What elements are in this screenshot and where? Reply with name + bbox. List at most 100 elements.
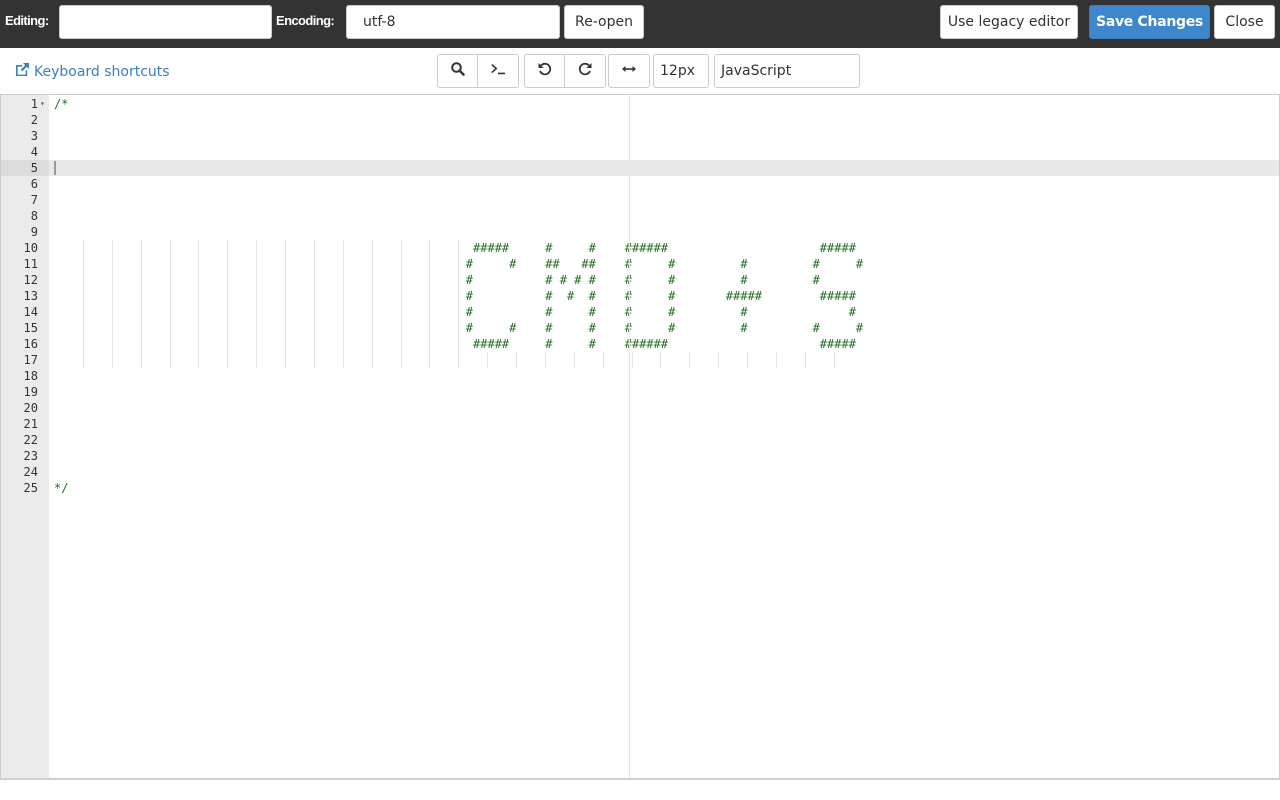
undo-button[interactable] <box>525 55 565 87</box>
line-number: 11 <box>23 257 38 271</box>
editing-label: Editing: <box>5 13 49 28</box>
indent-guide <box>516 352 518 368</box>
indent-guide <box>82 352 84 368</box>
indent-guide <box>227 352 229 368</box>
code-line[interactable]: 22 <box>1 432 1279 448</box>
line-number: 20 <box>23 401 38 415</box>
code-text: /* <box>54 97 69 111</box>
line-number: 7 <box>30 193 38 207</box>
command-palette-button[interactable] <box>478 55 518 87</box>
search-tools-group <box>437 54 519 88</box>
code-line[interactable]: 14 # # # # # # # <box>1 304 1279 320</box>
code-line[interactable]: 24 <box>1 464 1279 480</box>
line-number: 10 <box>23 241 38 255</box>
line-number: 13 <box>23 289 38 303</box>
search-button[interactable] <box>438 55 478 87</box>
code-line[interactable]: 3 <box>1 128 1279 144</box>
search-icon <box>450 61 466 81</box>
line-number: 16 <box>23 337 38 351</box>
code-line[interactable]: 11 # # ## ## # # # # # <box>1 256 1279 272</box>
indent-guide <box>544 352 546 368</box>
code-editor[interactable]: 1 ▾/* 2 3 4 5 6 7 8 9 10 ##### # # ###### ##### 11 … <box>0 94 1280 780</box>
line-number: 23 <box>23 449 38 463</box>
code-line[interactable]: 5 <box>1 160 1279 176</box>
code-line[interactable]: 25 */ <box>1 480 1279 496</box>
code-line[interactable]: 8 <box>1 208 1279 224</box>
code-line[interactable]: 9 <box>1 224 1279 240</box>
line-number: 17 <box>23 353 38 367</box>
code-text: ##### # # ###### ##### <box>54 337 856 351</box>
history-tools-group <box>524 54 606 88</box>
indent-guide <box>198 352 200 368</box>
indent-guide <box>689 352 691 368</box>
code-line[interactable]: 23 <box>1 448 1279 464</box>
code-line[interactable]: 13 # # # # # # ##### ##### <box>1 288 1279 304</box>
code-line[interactable]: 6 <box>1 176 1279 192</box>
save-changes-button[interactable]: Save Changes <box>1089 5 1210 39</box>
line-number: 19 <box>23 385 38 399</box>
code-line[interactable]: 19 <box>1 384 1279 400</box>
line-number: 12 <box>23 273 38 287</box>
line-number: 1 <box>30 97 38 111</box>
code-line[interactable]: 10 ##### # # ###### ##### <box>1 240 1279 256</box>
line-number: 14 <box>23 305 38 319</box>
editor-toolbar: Keyboard shortcuts 12px JavaScript <box>0 48 1280 95</box>
legacy-editor-button[interactable]: Use legacy editor <box>940 5 1078 39</box>
reopen-button[interactable]: Re-open <box>564 5 644 39</box>
code-line[interactable]: 21 <box>1 416 1279 432</box>
indent-guide <box>256 352 258 368</box>
wrap-icon <box>621 61 637 81</box>
indent-guide <box>429 352 431 368</box>
line-number: 25 <box>23 481 38 495</box>
line-number: 3 <box>30 129 38 143</box>
indent-guide <box>371 352 373 368</box>
code-line[interactable]: 17 <box>1 352 1279 368</box>
code-line[interactable]: 15 # # # # # # # # # <box>1 320 1279 336</box>
text-cursor <box>54 161 56 175</box>
code-line[interactable]: 4 <box>1 144 1279 160</box>
code-line[interactable]: 12 # # # # # # # # # <box>1 272 1279 288</box>
code-text: */ <box>54 481 69 495</box>
code-text: # # # # # # ##### ##### <box>54 289 856 303</box>
indent-guide <box>487 352 489 368</box>
line-number: 8 <box>30 209 38 223</box>
code-line[interactable]: 16 ##### # # ###### ##### <box>1 336 1279 352</box>
code-text: # # # # # # # # # <box>54 321 864 335</box>
code-line[interactable]: 1 ▾ /* <box>1 96 1279 112</box>
code-line[interactable]: 20 <box>1 400 1279 416</box>
keyboard-shortcuts-link[interactable]: Keyboard shortcuts <box>14 62 170 82</box>
line-number: 18 <box>23 369 38 383</box>
line-number: 24 <box>23 465 38 479</box>
indent-guide <box>285 352 287 368</box>
indent-guide <box>631 352 633 368</box>
indent-guide <box>140 352 142 368</box>
redo-button[interactable] <box>565 55 605 87</box>
toggle-wrap-button[interactable] <box>609 55 649 87</box>
indent-guide <box>573 352 575 368</box>
encoding-input[interactable] <box>346 5 560 39</box>
line-number: 22 <box>23 433 38 447</box>
fold-arrow-icon[interactable]: ▾ <box>40 96 45 112</box>
keyboard-shortcuts-label: Keyboard shortcuts <box>34 64 170 80</box>
line-number: 4 <box>30 145 38 159</box>
indent-guide <box>313 352 315 368</box>
indent-guide <box>718 352 720 368</box>
external-link-icon <box>14 62 30 82</box>
line-number: 5 <box>1 160 49 176</box>
code-line[interactable]: 2 <box>1 112 1279 128</box>
close-button[interactable]: Close <box>1214 5 1275 39</box>
editor-header: Editing: Encoding: Re-open Use legacy ed… <box>0 0 1280 48</box>
editing-filename-input[interactable] <box>59 5 272 39</box>
font-size-select[interactable]: 12px <box>653 54 709 88</box>
code-text: # # # # # # # # # <box>54 273 820 287</box>
redo-icon <box>577 61 593 81</box>
language-mode-select[interactable]: JavaScript <box>714 54 860 88</box>
code-line[interactable]: 18 <box>1 368 1279 384</box>
code-text: # # ## ## # # # # # <box>54 257 864 271</box>
indent-guide <box>169 352 171 368</box>
indent-guide <box>602 352 604 368</box>
terminal-icon <box>490 61 506 81</box>
indent-guide <box>111 352 113 368</box>
indent-guide <box>833 352 835 368</box>
code-line[interactable]: 7 <box>1 192 1279 208</box>
